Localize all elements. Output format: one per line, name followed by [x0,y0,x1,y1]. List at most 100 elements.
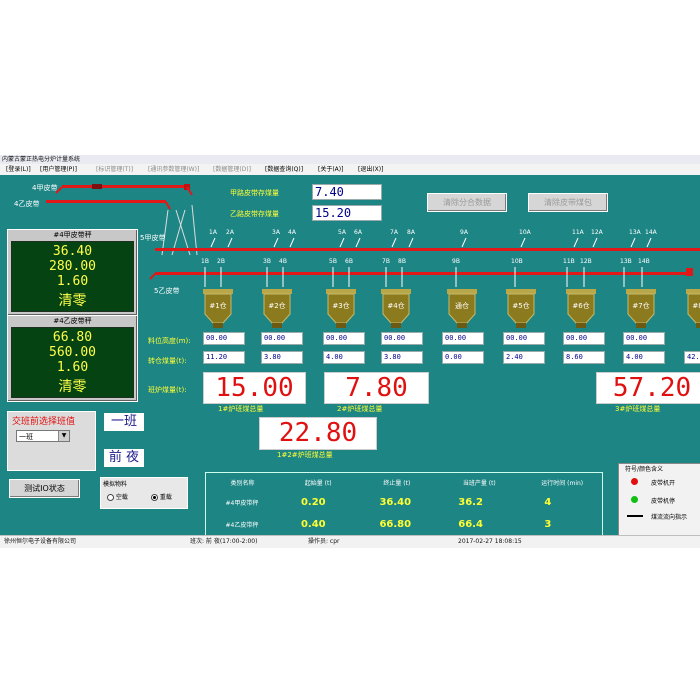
menu-about[interactable]: [关于(A)] [318,164,343,175]
plough-arm [573,237,579,248]
coal-value: 0.00 [442,351,484,364]
coal-bin: #8仓 [686,289,700,329]
scale-panel-4a: #4甲皮带秤 36.40 280.00 1.60 清零 [7,229,138,316]
plough-label: 11B [563,258,575,265]
chevron-down-icon[interactable]: ▼ [58,431,69,441]
summary-header: 类别名称 起始量 (t) 终止量 (t) 当班产量 (t) 运行时间 (min) [206,473,602,491]
sim-heavy-option[interactable]: 重载 [151,492,172,501]
table-row: #4乙皮带秤 0.40 66.80 66.4 3 [206,513,602,535]
scale-4a-reset[interactable]: 清零 [12,290,133,310]
status-datetime: 2017-02-27 18:08:15 [458,538,522,545]
plough-label: 6B [345,258,353,265]
plough-arm [408,237,414,248]
current-shift: 一班 [104,413,144,431]
storage-a-label: 甲路皮带存煤量 [230,189,279,197]
sim-title: 模拟物料 [103,481,128,488]
summary-cell: 4 [544,496,552,508]
summary-header-cell: 终止量 (t) [383,479,411,487]
coal-bin: #7仓 [626,289,656,329]
plough-label: 8A [407,229,415,236]
coal-value: 11.20 [203,351,245,364]
menu-comm[interactable]: [通讯参数管理(W)] [148,164,199,175]
belt-off-icon [631,496,638,503]
scale-4a-display: 36.40 280.00 1.60 清零 [11,241,134,312]
level-value: 00.00 [261,332,303,345]
coal-bin: #2仓 [262,289,292,329]
belt-5a-label: 5甲皮带 [140,234,166,242]
coal-bin: #1仓 [203,289,233,329]
summary-cell: 36.40 [379,496,412,508]
plough-label: 14A [645,229,657,236]
shift-select[interactable]: 一班 ▼ [16,430,70,442]
sim-empty-option[interactable]: 空载 [107,492,128,501]
coal-bin-label: 通仓 [455,302,469,310]
menu-users[interactable]: [用户管理(P)] [40,164,77,175]
radio-empty[interactable] [107,494,114,501]
scale-4b-reset[interactable]: 清零 [12,376,133,396]
coal-value: 4.00 [623,351,665,364]
belt-4a-label: 4甲皮带 [32,184,58,192]
scale-4b-display: 66.80 560.00 1.60 清零 [11,327,134,398]
shift-panel-title: 交班前选择班值 [12,417,76,427]
window-title: 内蒙古蒙正热电分炉计量系统 [0,155,700,164]
plough-label: 9A [460,229,468,236]
coal-value: 4.00 [323,351,365,364]
storage-a-value: 7.40 [312,184,382,200]
flow-line-icon [627,515,643,517]
scale-panel-4b: #4乙皮带秤 66.80 560.00 1.60 清零 [7,315,138,402]
boiler3-label: 3#炉班煤总量 [615,405,661,413]
coal-bin: #3仓 [326,289,356,329]
plough-label: 7A [390,229,398,236]
plough-label: 12A [591,229,603,236]
summary-header-cell: 当班产量 (t) [462,479,496,487]
menu-data-query[interactable]: [数据查询(Q)] [265,164,303,175]
plough-label: 9B [452,258,460,265]
coal-bin-label: #5仓 [512,302,530,310]
summary-cell: 0.20 [300,496,326,508]
plough-arm [339,237,345,248]
menu-marks[interactable]: [标识管理(T)] [96,164,133,175]
summary-cell: 0.40 [300,518,326,530]
plough-label: 3B [263,258,271,265]
coal-label: 转仓煤量(t): [148,357,187,365]
clear-split-button[interactable]: 清除分合数据 [427,193,507,212]
coal-bin-label: #4仓 [387,302,405,310]
summary-cell: #4甲皮带秤 [225,499,259,507]
scale-4a-title: #4甲皮带秤 [53,231,92,239]
status-shift: 班次: 前 夜(17:00-2:00) [190,538,258,545]
test-io-button[interactable]: 测试IO状态 [9,479,80,498]
sim-heavy-label: 重载 [159,494,172,501]
belt-5a [155,248,700,251]
summary-cell: 3 [544,518,552,530]
shift-coal-label: 班炉煤量(t): [148,386,187,394]
plough-arm [520,237,526,248]
scale-4a-value1: 36.40 [52,244,93,259]
coal-bin-label: #8仓 [692,302,700,310]
menu-exit[interactable]: [退出(X)] [358,164,383,175]
scale-4a-value3: 1.60 [56,274,89,289]
radio-heavy[interactable] [151,494,158,501]
plough-arm [355,237,361,248]
belt-4b-label: 4乙皮带 [14,200,40,208]
belt-on-icon [631,478,638,485]
storage-b-value: 15.20 [312,205,382,221]
level-value: 00.00 [381,332,423,345]
sim-empty-label: 空载 [115,494,128,501]
coal-bin: #4仓 [381,289,411,329]
coal-bin: #5仓 [506,289,536,329]
coal-bin-label: #1仓 [209,302,227,310]
sim-group: 模拟物料 空载 重载 [100,477,188,509]
plough-arm [630,237,636,248]
legend-item-off: 皮带机停 [651,498,676,505]
coal-bin-label: #6仓 [572,302,590,310]
status-company: 徐州恒尔电子设备有限公司 [4,538,77,545]
plough-label: 8B [398,258,406,265]
shift-select-value: 一班 [19,433,33,441]
menu-data-manage[interactable]: [数据管理(D)] [213,164,251,175]
clear-belt-button[interactable]: 清除皮带煤包 [528,193,608,212]
menu-login[interactable]: [登录(L)] [6,164,31,175]
plough-arm [646,237,652,248]
scale-4b-title: #4乙皮带秤 [53,317,92,325]
boiler1-label: 1#炉班煤总量 [218,405,264,413]
summary-cell: 36.2 [458,496,483,508]
